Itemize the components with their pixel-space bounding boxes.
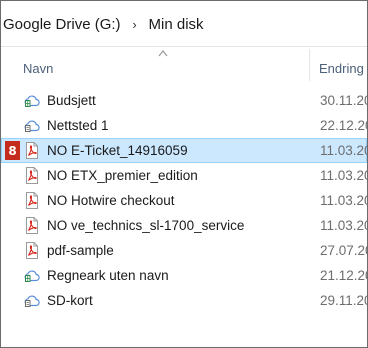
column-divider[interactable] (309, 49, 310, 81)
google-sheets-icon (23, 267, 40, 284)
file-name: NO E-Ticket_14916059 (47, 143, 188, 158)
file-row[interactable]: pdf-sample 27.07.20 (1, 238, 367, 263)
step-badge: 8 (5, 141, 20, 160)
file-name: NO Hotwire checkout (47, 193, 175, 208)
breadcrumb-folder[interactable]: Min disk (147, 16, 206, 33)
file-date: 27.07.20 (320, 243, 368, 258)
file-name: Budsjett (47, 93, 96, 108)
pdf-icon (23, 242, 40, 259)
breadcrumb: Google Drive (G:) › Min disk (1, 9, 206, 39)
breadcrumb-drive[interactable]: Google Drive (G:) (1, 16, 123, 33)
file-row[interactable]: 8 NO E-Ticket_14916059 11.03.20 (1, 138, 367, 163)
file-date: 21.12.20 (320, 268, 368, 283)
file-name: Nettsted 1 (47, 118, 109, 133)
file-row[interactable]: NO ve_technics_sl-1700_service 11.03.20 (1, 213, 367, 238)
pdf-icon (23, 217, 40, 234)
breadcrumb-separator-icon[interactable]: › (123, 17, 147, 32)
pdf-icon (23, 167, 40, 184)
file-row[interactable]: NO Hotwire checkout 11.03.20 (1, 188, 367, 213)
file-name: Regneark uten navn (47, 268, 169, 283)
file-date: 11.03.20 (320, 168, 368, 183)
file-explorer-window: Google Drive (G:) › Min disk Navn Endrin… (0, 0, 368, 348)
google-sheets-icon (23, 92, 40, 109)
google-sites-icon (23, 292, 40, 309)
file-name: pdf-sample (47, 243, 114, 258)
file-date: 29.11.20 (320, 293, 368, 308)
pdf-icon (23, 192, 40, 209)
file-name: SD-kort (47, 293, 93, 308)
file-list: Budsjett 30.11.20 Nettsted 1 22.12.20 8 NO E-… (1, 88, 367, 313)
google-sites-icon (23, 117, 40, 134)
file-name: NO ETX_premier_edition (47, 168, 198, 183)
sort-ascending-icon (158, 50, 168, 57)
file-row[interactable]: Nettsted 1 22.12.20 (1, 113, 367, 138)
file-date: 11.03.20 (320, 143, 368, 158)
column-header-date[interactable]: Endring (319, 57, 364, 79)
file-date: 30.11.20 (320, 93, 368, 108)
file-row[interactable]: Regneark uten navn 21.12.20 (1, 263, 367, 288)
file-row[interactable]: NO ETX_premier_edition 11.03.20 (1, 163, 367, 188)
file-date: 22.12.20 (320, 118, 368, 133)
file-date: 11.03.20 (320, 193, 368, 208)
header-divider (1, 46, 367, 47)
file-row[interactable]: Budsjett 30.11.20 (1, 88, 367, 113)
file-row[interactable]: SD-kort 29.11.20 (1, 288, 367, 313)
file-name: NO ve_technics_sl-1700_service (47, 218, 245, 233)
pdf-icon (23, 142, 40, 159)
column-header-name[interactable]: Navn (23, 57, 53, 79)
file-date: 11.03.20 (320, 218, 368, 233)
